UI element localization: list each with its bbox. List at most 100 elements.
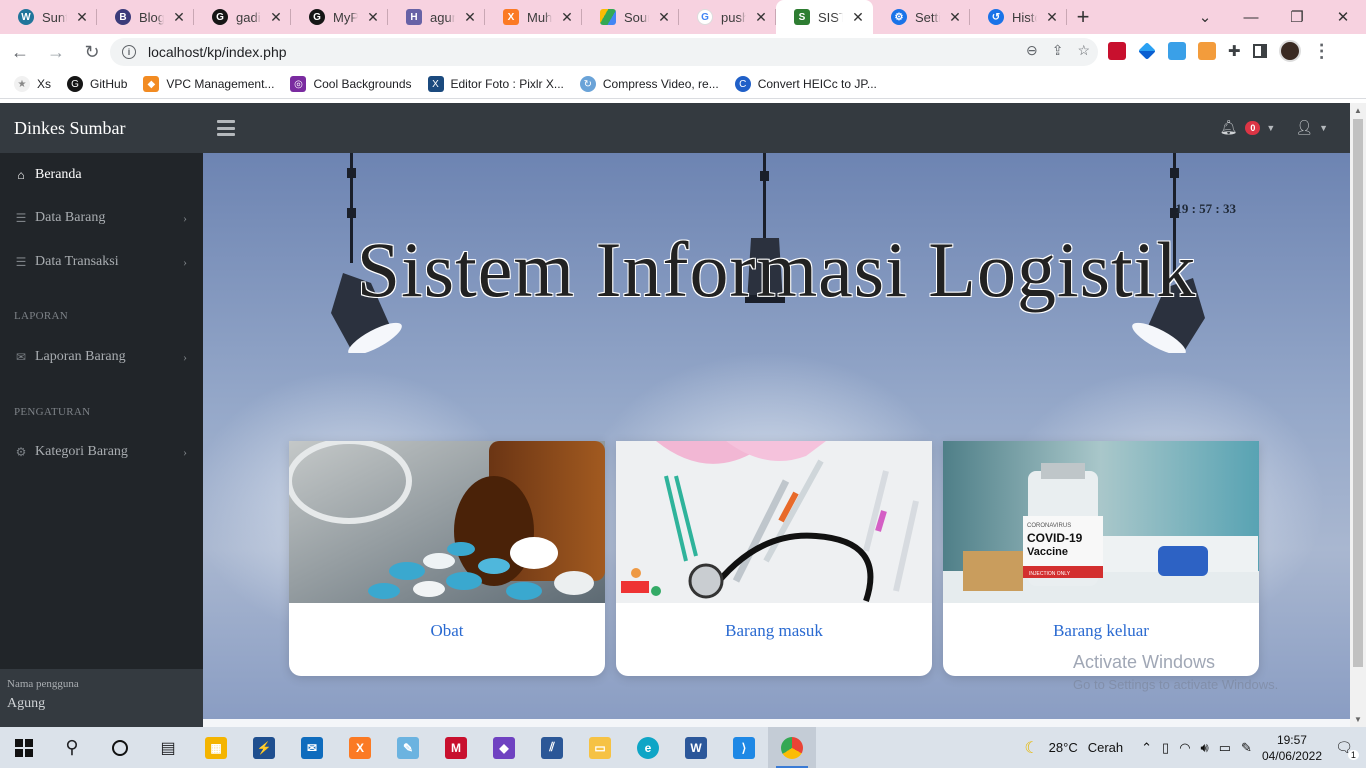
store-icon[interactable]: ▦ <box>192 727 240 768</box>
mendeley-icon[interactable]: M <box>432 727 480 768</box>
chevron-down-icon[interactable]: ▼ <box>1266 123 1275 133</box>
grid-extension-icon[interactable] <box>1198 42 1216 60</box>
extension-icon[interactable] <box>1138 42 1156 60</box>
battery-icon[interactable]: ▭ <box>1219 740 1231 756</box>
browser-tab[interactable]: XMuhar✕ <box>485 0 582 34</box>
bookmark-item[interactable]: ◎ Cool Backgrounds <box>290 76 412 92</box>
close-icon[interactable]: ✕ <box>463 9 477 26</box>
page-scrollbar[interactable]: ▲ ▼ <box>1350 103 1366 727</box>
bookmark-item[interactable]: C Convert HEICc to JP... <box>734 76 877 92</box>
forward-button[interactable]: → <box>40 36 72 68</box>
bookmark-item[interactable]: G GitHub <box>67 76 127 92</box>
close-icon[interactable]: ✕ <box>269 9 283 26</box>
edge-icon[interactable]: e <box>624 727 672 768</box>
scroll-down-icon[interactable]: ▼ <box>1354 715 1362 724</box>
search-icon[interactable]: ⚲ <box>48 727 96 768</box>
close-icon[interactable]: ✕ <box>948 9 962 26</box>
zoom-icon[interactable]: ⊖ <box>1026 42 1038 59</box>
close-icon[interactable]: ✕ <box>754 9 768 26</box>
reload-button[interactable]: ↻ <box>76 36 108 68</box>
sidebar-item-beranda[interactable]: ⌂ Beranda <box>0 155 203 195</box>
watermark-line2: Go to Settings to activate Windows. <box>1073 677 1279 692</box>
git-icon[interactable]: ◆ <box>480 727 528 768</box>
url-text[interactable]: localhost/kp/index.php <box>148 44 287 60</box>
browser-tab[interactable]: GMyPor✕ <box>291 0 388 34</box>
sidebar-item-laporan-barang[interactable]: ✉ Laporan Barang › <box>0 337 203 377</box>
card-barang-masuk[interactable]: Barang masuk <box>616 441 932 676</box>
info-icon[interactable]: i <box>122 45 136 59</box>
close-icon[interactable]: ✕ <box>366 9 380 26</box>
mendeley-extension-icon[interactable] <box>1108 42 1126 60</box>
browser-tab[interactable]: Ggading✕ <box>194 0 291 34</box>
scroll-up-icon[interactable]: ▲ <box>1354 106 1362 115</box>
vscode-icon[interactable]: ⟩ <box>720 727 768 768</box>
editor-icon[interactable]: ⫽ <box>528 727 576 768</box>
browser-tab-active[interactable]: SSISTEM✕ <box>776 0 873 34</box>
bookmark-item[interactable]: ★ Xs <box>14 76 51 92</box>
tab-search-icon[interactable]: ⌄ <box>1182 0 1228 34</box>
clock-area[interactable]: 19:57 04/06/2022 <box>1262 732 1322 764</box>
browser-tab[interactable]: ⚙Setting✕ <box>873 0 970 34</box>
scrollbar-thumb[interactable] <box>1353 119 1363 667</box>
volume-icon[interactable]: 🔊︎ <box>1201 740 1209 756</box>
chevron-down-icon[interactable]: ▼ <box>1319 123 1328 133</box>
profile-avatar[interactable] <box>1278 40 1301 62</box>
browser-tab[interactable]: Source✕ <box>582 0 679 34</box>
task-view-icon[interactable]: ▤ <box>144 727 192 768</box>
bookmark-star-icon[interactable]: ☆ <box>1077 42 1090 59</box>
back-button[interactable]: ← <box>4 36 36 68</box>
card-title[interactable]: Barang keluar <box>943 621 1259 641</box>
notification-center-icon[interactable]: 🗨︎ 1 <box>1332 736 1359 760</box>
share-icon[interactable]: ⇪ <box>1052 42 1064 59</box>
sidebar-item-data-transaksi[interactable]: ☰ Data Transaksi › <box>0 242 203 282</box>
side-panel-icon[interactable] <box>1252 44 1267 58</box>
file-explorer-icon[interactable]: ▭ <box>576 727 624 768</box>
network-tool-icon[interactable]: ⚡ <box>240 727 288 768</box>
chevron-up-icon[interactable]: ⌃ <box>1141 740 1152 756</box>
close-icon[interactable]: ✕ <box>851 9 865 26</box>
puzzle-icon[interactable]: ✚ <box>1228 42 1241 60</box>
bookmark-item[interactable]: X Editor Foto : Pixlr X... <box>427 76 564 92</box>
close-icon[interactable]: ✕ <box>75 9 89 26</box>
temperature[interactable]: 28°C <box>1049 740 1078 755</box>
close-icon[interactable]: ✕ <box>560 9 574 26</box>
browser-tab[interactable]: Gpush n✕ <box>679 0 776 34</box>
user-icon[interactable]: 👤︎ <box>1295 119 1313 136</box>
word-icon[interactable]: W <box>672 727 720 768</box>
pen-icon[interactable]: ✎ <box>1241 740 1252 756</box>
mail-icon[interactable]: ✉ <box>288 727 336 768</box>
sidebar-toggle-icon[interactable] <box>217 120 235 136</box>
maximize-button[interactable]: ❐ <box>1274 0 1320 34</box>
browser-tab[interactable]: ↺History✕ <box>970 0 1067 34</box>
close-icon[interactable]: ✕ <box>657 9 671 26</box>
browser-tab[interactable]: WSuntin✕ <box>0 0 97 34</box>
sidebar-item-kategori-barang[interactable]: ⚙ Kategori Barang › <box>0 432 203 472</box>
paint-icon[interactable]: ✎ <box>384 727 432 768</box>
weather-text[interactable]: Cerah <box>1088 740 1123 755</box>
close-icon[interactable]: ✕ <box>172 9 186 26</box>
browser-tab[interactable]: BBlog -✕ <box>97 0 194 34</box>
bookmark-item[interactable]: ↻ Compress Video, re... <box>579 76 719 92</box>
card-barang-keluar[interactable]: CORONAVIRUS COVID-19 Vaccine INJECTION O… <box>943 441 1259 676</box>
device-icon[interactable]: ▯ <box>1162 740 1169 756</box>
card-obat[interactable]: Obat <box>289 441 605 676</box>
chrome-icon[interactable] <box>768 727 816 768</box>
wifi-icon[interactable]: ◠ <box>1179 740 1190 756</box>
card-title[interactable]: Obat <box>289 621 605 641</box>
close-icon[interactable]: ✕ <box>1045 9 1059 26</box>
minimize-button[interactable]: — <box>1228 0 1274 34</box>
browser-tab[interactable]: Hagung✕ <box>388 0 485 34</box>
bookmark-item[interactable]: ◆ VPC Management... <box>143 76 274 92</box>
close-window-button[interactable]: ✕ <box>1320 0 1366 34</box>
brand-title[interactable]: Dinkes Sumbar <box>14 118 126 139</box>
sidebar-item-data-barang[interactable]: ☰ Data Barang › <box>0 198 203 238</box>
cortana-icon[interactable] <box>96 727 144 768</box>
figma-extension-icon[interactable] <box>1168 42 1186 60</box>
address-bar[interactable]: i localhost/kp/index.php ⊖ ⇪ ☆ <box>110 38 1098 66</box>
menu-kebab-icon[interactable]: ⋮ <box>1313 41 1331 62</box>
new-tab-button[interactable]: + <box>1067 0 1099 34</box>
bell-icon[interactable]: 🔔︎ <box>1220 119 1238 136</box>
card-title[interactable]: Barang masuk <box>616 621 932 641</box>
windows-start-icon[interactable] <box>0 727 48 768</box>
xampp-icon[interactable]: X <box>336 727 384 768</box>
